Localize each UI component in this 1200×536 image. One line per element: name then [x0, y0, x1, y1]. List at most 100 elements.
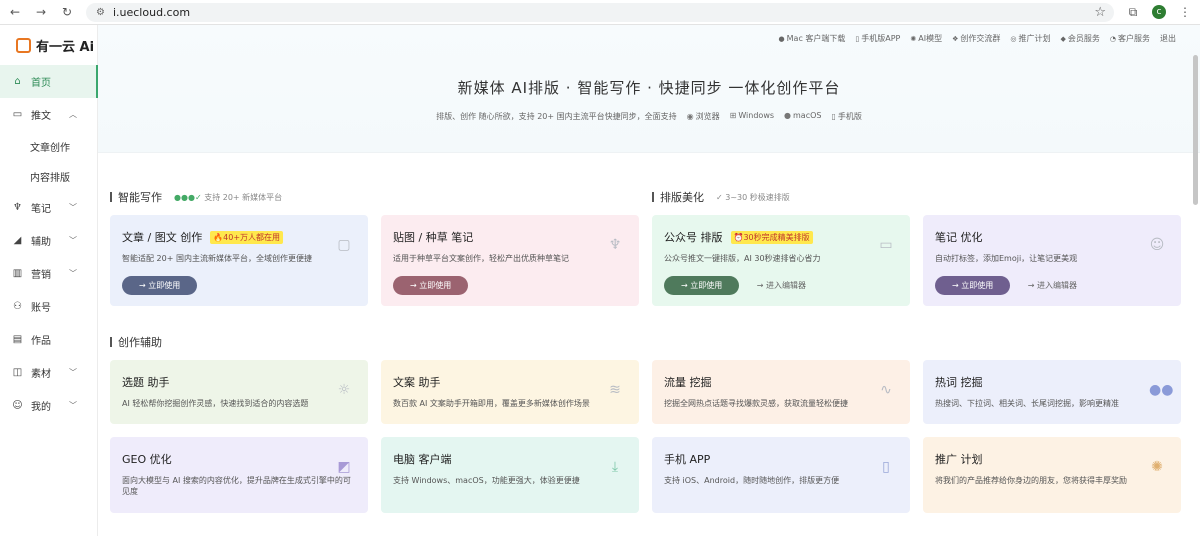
home-icon: ⌂ [14, 76, 21, 87]
windows-icon: ⊞ [729, 111, 737, 120]
main-content: ● Mac 客户端下载 ▯ 手机版APP ✺ AI模型 ❖ 创作交流群 ◎ 推广计划 ◆ 会… [98, 25, 1200, 536]
card-hotword-mining[interactable]: 热词 挖掘 热搜词、下拉词、相关词、长尾词挖掘，影响更精准 ●● [923, 360, 1181, 424]
hero-banner: ● Mac 客户端下载 ▯ 手机版APP ✺ AI模型 ❖ 创作交流群 ◎ 推广计划 ◆ 会… [98, 25, 1200, 153]
card-note-optimize[interactable]: 笔记 优化 自动打标签，添加Emoji，让笔记更美观 → 立即使用 → 进入编辑… [923, 215, 1181, 306]
forward-icon[interactable]: → [34, 5, 48, 19]
scrollbar[interactable] [1193, 55, 1198, 205]
bookmark-star-icon[interactable]: ☆ [1094, 5, 1106, 20]
platform-browser: ◉ 浏览器 [686, 112, 720, 121]
card-wechat-layout[interactable]: 公众号 排版 ⏰30秒完成精美排版 公众号推文一键排版，AI 30秒速排省心省力 … [652, 215, 910, 306]
profile-avatar[interactable]: c [1152, 5, 1166, 19]
hero-title: 新媒体 AI排版 · 智能写作 · 快捷同步 一体化创作平台 [457, 79, 841, 97]
card-copy-assistant[interactable]: 文案 助手 数百款 AI 文案助手开箱即用，覆盖更多新媒体创作场景 ≋ [381, 360, 639, 424]
sidebar-item-material[interactable]: ◫ 素材 ﹀ [0, 356, 97, 389]
promotion-link[interactable]: ◎ 推广计划 [1010, 33, 1050, 44]
ai-model-link[interactable]: ✺ AI模型 [910, 33, 942, 44]
works-icon: ▤ [12, 334, 23, 345]
card-traffic-mining[interactable]: 流量 挖掘 挖掘全网热点话题寻找爆款灵感，获取流量轻松便捷 ∿ [652, 360, 910, 424]
check-icon: ✓ [716, 192, 723, 202]
popular-badge: 🔥40+万人都在用 [210, 230, 284, 244]
back-icon[interactable]: ← [8, 5, 22, 19]
membership-link[interactable]: ◆ 会员服务 [1061, 33, 1100, 44]
sidebar-item-mine[interactable]: ☺ 我的 ﹀ [0, 389, 97, 422]
mac-download-link[interactable]: ● Mac 客户端下载 [779, 33, 846, 44]
sidebar: 有一云 Ai ⌂ 首页 ▭ 推文 ︿ 文章创作 内容排版 ♆ 笔记 ﹀ ◢ 辅助… [0, 25, 98, 536]
card-geo-optimize[interactable]: GEO 优化 面向大模型与 AI 搜索的内容优化，提升品牌在生成式引擎中的可见度… [110, 437, 368, 513]
mobile-app-link[interactable]: ▯ 手机版APP [855, 33, 900, 44]
apple-icon: ● [784, 111, 792, 120]
phone-icon: ▯ [882, 459, 890, 475]
platform-mobile: ▯ 手机版 [831, 112, 862, 121]
address-bar[interactable]: ⚙ i.uecloud.com ☆ [86, 2, 1114, 22]
browser-icon: ◉ [686, 112, 694, 121]
sidebar-item-article[interactable]: ▭ 推文 ︿ [0, 98, 97, 131]
chevron-down-icon: ﹀ [69, 368, 77, 377]
logo-text: 有一云 Ai [36, 39, 95, 55]
sidebar-subitem-content-layout[interactable]: 内容排版 [0, 161, 97, 191]
card-promotion-plan[interactable]: 推广 计划 将我们的产品推荐给你身边的朋友，您将获得丰厚奖励 ✺ [923, 437, 1181, 513]
sprout-icon: ♆ [608, 237, 622, 253]
url-text: i.uecloud.com [112, 5, 191, 19]
service-icon: ◔ [1109, 35, 1116, 43]
chevron-down-icon: ﹀ [69, 236, 77, 245]
document-icon: ▢ [337, 237, 351, 253]
pulse-icon: ∿ [880, 382, 892, 398]
card-desktop-client[interactable]: 电脑 客户端 支持 Windows、macOS，功能更强大，体验更便捷 ⤓ [381, 437, 639, 513]
platform-windows: ⊞ Windows [729, 111, 775, 120]
lightbulb-icon: ☼ [337, 382, 351, 398]
sidebar-item-marketing[interactable]: ▥ 营销 ﹀ [0, 257, 97, 290]
sidebar-item-works[interactable]: ▤ 作品 [0, 323, 97, 356]
logo-cube-icon [16, 37, 31, 53]
sidebar-subitem-article-create[interactable]: 文章创作 [0, 131, 97, 161]
reward-icon: ✺ [1151, 459, 1163, 475]
platforms-logos-icon: ●●●✓ [174, 192, 202, 202]
section-layout-note: ✓ 3~30 秒极速排版 [716, 192, 790, 202]
card-topic-assistant[interactable]: 选题 助手 AI 轻松帮你挖掘创作灵感，快速找到适合的内容选题 ☼ [110, 360, 368, 424]
sidebar-item-home[interactable]: ⌂ 首页 [0, 65, 98, 98]
download-icon: ⤓ [611, 459, 619, 475]
reload-icon[interactable]: ↻ [60, 5, 74, 19]
trend-chart-icon: ◩ [337, 459, 351, 475]
card-mobile-app[interactable]: 手机 APP 支持 iOS、Android，随时随地创作，排版更方便 ▯ [652, 437, 910, 513]
use-now-button[interactable]: → 立即使用 [393, 276, 469, 296]
browser-menu-icon[interactable]: ⋮ [1178, 5, 1192, 19]
profile-icon: ☺ [12, 400, 23, 411]
section-writing-note: ●●●✓ 支持 20+ 新媒体平台 [174, 192, 283, 202]
open-editor-link[interactable]: → 进入编辑器 [1028, 280, 1077, 291]
sidebar-item-assist[interactable]: ◢ 辅助 ﹀ [0, 224, 97, 257]
target-icon: ◎ [1010, 35, 1017, 43]
hero-subtitle: 排版、创作 随心所欲，支持 20+ 国内主流平台快捷同步，全面支持 ◉ 浏览器 ⊞… [436, 111, 862, 121]
section-layout: 排版美化 ✓ 3~30 秒极速排版 [652, 189, 790, 205]
site-settings-icon[interactable]: ⚙ [96, 7, 105, 18]
chevron-up-icon: ︿ [69, 110, 77, 119]
bar-icon: ▥ [12, 268, 23, 279]
chevron-down-icon: ﹀ [69, 269, 77, 278]
logout-link[interactable]: 退出 [1160, 33, 1176, 44]
platform-macos: ● macOS [784, 111, 822, 120]
card-article-create[interactable]: 文章 / 图文 创作 🔥40+万人都在用 智能适配 20+ 国内主流新媒体平台，全… [110, 215, 368, 306]
card-note-create[interactable]: 贴图 / 种草 笔记 适用于种草平台文案创作，轻松产出优质种草笔记 → 立即使用… [381, 215, 639, 306]
chart-icon: ◢ [13, 235, 22, 246]
logo[interactable]: 有一云 Ai [0, 25, 97, 65]
chat-icon: ❖ [952, 35, 959, 43]
sprout-icon: ♆ [13, 202, 22, 213]
layers-icon: ≋ [609, 382, 621, 398]
use-now-button[interactable]: → 立即使用 [122, 276, 198, 296]
community-link[interactable]: ❖ 创作交流群 [952, 33, 1000, 44]
open-editor-link[interactable]: → 进入编辑器 [757, 280, 806, 291]
phone-icon: ▯ [855, 35, 860, 43]
smiley-icon: ☺ [1149, 237, 1165, 253]
use-now-button[interactable]: → 立即使用 [664, 276, 740, 296]
support-link[interactable]: ◔ 客户服务 [1110, 33, 1150, 44]
dots-icon: ●● [1149, 382, 1174, 398]
apple-icon: ● [778, 35, 785, 43]
chevron-down-icon: ﹀ [69, 203, 77, 212]
sidebar-item-account[interactable]: ⚇ 账号 [0, 290, 97, 323]
sidebar-item-notes[interactable]: ♆ 笔记 ﹀ [0, 191, 97, 224]
extensions-icon[interactable]: ⧉ [1126, 5, 1140, 19]
browser-toolbar: ← → ↻ ⚙ i.uecloud.com ☆ ⧉ c ⋮ [0, 0, 1200, 25]
top-links: ● Mac 客户端下载 ▯ 手机版APP ✺ AI模型 ❖ 创作交流群 ◎ 推广计划 ◆ 会… [779, 33, 1176, 44]
chevron-down-icon: ﹀ [69, 401, 77, 410]
monitor-icon: ▭ [879, 237, 893, 253]
use-now-button[interactable]: → 立即使用 [935, 276, 1011, 296]
